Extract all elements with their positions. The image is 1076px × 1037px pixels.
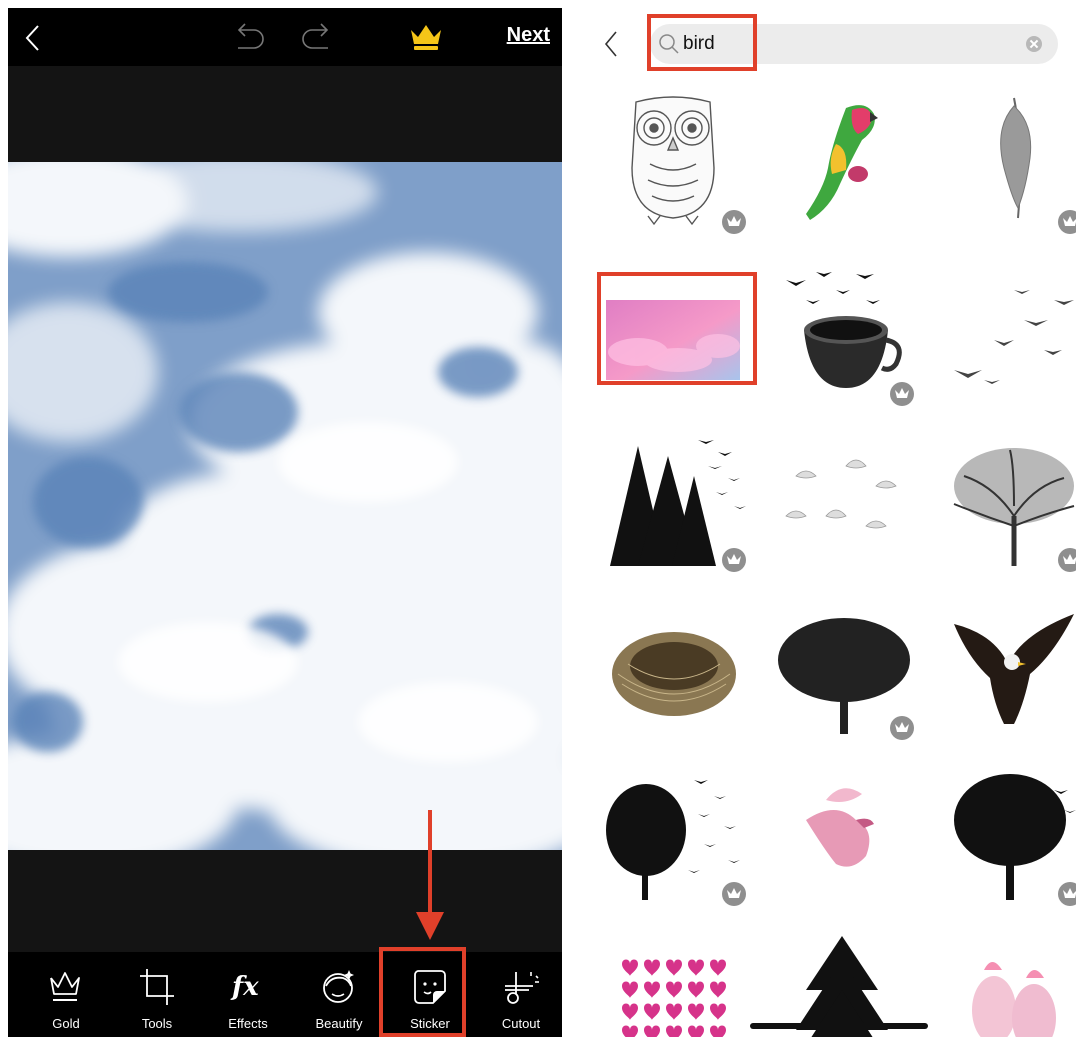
bottom-toolbar: Gold Tools fx Effects Beautify Sticker C…	[8, 952, 562, 1037]
tool-label: Effects	[228, 1016, 268, 1031]
premium-crown-icon	[890, 382, 914, 406]
fx-icon: fx	[230, 972, 259, 1002]
sticker-image	[972, 962, 1056, 1037]
sticker-result[interactable]	[934, 260, 1076, 410]
sky-photo[interactable]	[8, 162, 562, 850]
tool-beautify[interactable]: Beautify	[294, 952, 384, 1037]
search-bar[interactable]: bird	[650, 24, 1058, 64]
back-icon[interactable]	[24, 24, 40, 52]
crown-outline-icon	[50, 972, 80, 1001]
sticker-search-panel: bird	[584, 0, 1076, 1037]
sticker-image	[806, 105, 878, 220]
sticker-result[interactable]	[934, 426, 1076, 576]
sticker-result[interactable]	[598, 88, 748, 238]
sticker-image	[612, 632, 736, 716]
sticker-result[interactable]	[766, 930, 916, 1037]
sticker-image	[806, 788, 874, 867]
canvas-padding-top	[8, 66, 562, 162]
sticker-result[interactable]	[766, 88, 916, 238]
redo-icon[interactable]	[300, 22, 334, 50]
tool-tools[interactable]: Tools	[112, 952, 202, 1037]
sticker-result[interactable]	[598, 760, 748, 910]
premium-crown-icon	[722, 548, 746, 572]
sticker-result[interactable]	[598, 594, 748, 744]
tool-label: Gold	[52, 1016, 80, 1031]
canvas-padding-bottom	[8, 850, 562, 952]
sticker-image	[953, 448, 1075, 566]
sticker-icon	[414, 970, 446, 1004]
tool-gold[interactable]: Gold	[21, 952, 111, 1037]
sticker-result[interactable]	[934, 594, 1076, 744]
search-input[interactable]: bird	[683, 33, 715, 55]
svg-text:fx: fx	[230, 972, 259, 1002]
sticker-result[interactable]	[598, 260, 748, 410]
crop-icon	[140, 969, 174, 1005]
sticker-image	[785, 459, 897, 529]
sticker-image	[622, 959, 726, 1037]
sticker-image	[954, 290, 1074, 384]
gold-crown-icon[interactable]	[409, 22, 443, 52]
next-button[interactable]: Next	[507, 24, 550, 47]
sticker-image	[954, 614, 1074, 724]
premium-crown-icon	[890, 716, 914, 740]
premium-crown-icon	[722, 882, 746, 906]
premium-crown-icon	[722, 210, 746, 234]
tool-cutout[interactable]: Cutout	[476, 952, 562, 1037]
sticker-result[interactable]	[934, 88, 1076, 238]
sticker-image	[606, 300, 740, 380]
tool-label: Sticker	[410, 1016, 450, 1031]
editor-top-bar: Next	[8, 8, 562, 66]
sticker-result[interactable]	[766, 260, 916, 410]
tool-label: Cutout	[501, 1016, 541, 1031]
undo-icon[interactable]	[232, 22, 266, 50]
sticker-result[interactable]	[934, 760, 1076, 910]
face-icon	[323, 970, 354, 1003]
premium-crown-icon	[1058, 882, 1076, 906]
sticker-image	[1000, 97, 1032, 219]
sticker-result[interactable]	[934, 930, 1076, 1037]
sticker-result[interactable]	[598, 426, 748, 576]
arrow-down-icon	[416, 810, 444, 940]
editor-panel: Next Gold Tools fx Effects Beautify Stic…	[8, 8, 562, 1037]
home-indicator	[750, 1023, 928, 1029]
sticker-result[interactable]	[766, 426, 916, 576]
scissors-icon	[505, 972, 539, 1004]
sticker-image	[796, 936, 888, 1037]
sticker-result[interactable]	[766, 594, 916, 744]
sticker-result[interactable]	[766, 760, 916, 910]
tool-sticker[interactable]: Sticker	[385, 952, 475, 1037]
search-icon	[659, 34, 679, 54]
tool-effects[interactable]: fx Effects	[203, 952, 293, 1037]
tool-label: Tools	[141, 1016, 173, 1031]
premium-crown-icon	[1058, 210, 1076, 234]
sticker-result[interactable]	[598, 930, 748, 1037]
sticker-image	[954, 774, 1076, 900]
back-icon[interactable]	[604, 30, 618, 58]
tool-label: Beautify	[315, 1016, 363, 1031]
clear-search-icon[interactable]	[1026, 36, 1042, 52]
premium-crown-icon	[1058, 548, 1076, 572]
